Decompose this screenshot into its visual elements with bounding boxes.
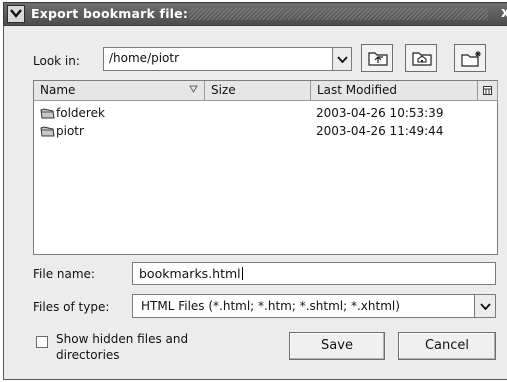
file-modified: 2003-04-26 11:49:44 — [316, 124, 444, 138]
close-icon[interactable]: x — [501, 5, 507, 21]
window-title: Export bookmark file: — [31, 6, 189, 21]
file-name-value: bookmarks.html — [139, 266, 241, 281]
window-menu-button[interactable] — [7, 5, 25, 23]
look-in-value: /home/piotr — [109, 51, 180, 65]
title-bar-grip — [189, 8, 488, 20]
chevron-down-icon — [480, 303, 491, 310]
files-of-type-dropdown-button[interactable] — [474, 294, 496, 318]
look-in-label: Look in: — [33, 54, 80, 68]
files-of-type-label: Files of type: — [33, 300, 110, 314]
column-header-name[interactable]: Name — [34, 81, 205, 101]
show-hidden-label[interactable]: Show hidden files and directories — [56, 331, 226, 363]
new-folder-icon — [461, 51, 481, 67]
file-name: folderek — [56, 106, 105, 120]
folder-icon — [40, 108, 55, 119]
list-item[interactable]: piotr 2003-04-26 11:49:44 — [34, 123, 497, 140]
file-name-input[interactable]: bookmarks.html — [132, 262, 496, 285]
file-modified: 2003-04-26 10:53:39 — [316, 106, 444, 120]
show-hidden-checkbox[interactable] — [36, 336, 48, 348]
text-caret — [241, 267, 243, 280]
save-button[interactable]: Save — [289, 332, 385, 360]
column-options-button[interactable] — [478, 81, 498, 101]
folder-icon — [40, 126, 55, 137]
column-header-size[interactable]: Size — [205, 81, 311, 101]
files-of-type-value: HTML Files (*.html; *.htm; *.shtml; *.xh… — [141, 299, 400, 313]
look-in-dropdown-button[interactable] — [332, 47, 352, 71]
column-chooser-icon — [483, 86, 492, 95]
column-header-last-modified[interactable]: Last Modified — [311, 81, 478, 101]
list-item[interactable]: folderek 2003-04-26 10:53:39 — [34, 105, 497, 122]
file-name: piotr — [56, 124, 84, 138]
new-folder-button[interactable] — [454, 44, 486, 72]
look-in-combo[interactable]: /home/piotr — [103, 47, 333, 71]
file-name-label: File name: — [33, 267, 95, 281]
file-list[interactable]: Name Size Last Modified folderek 2003-04… — [33, 80, 498, 255]
up-one-level-button[interactable] — [361, 44, 393, 72]
files-of-type-combo[interactable]: HTML Files (*.html; *.htm; *.shtml; *.xh… — [132, 294, 475, 318]
cancel-button[interactable]: Cancel — [398, 332, 496, 360]
chevron-down-icon — [337, 56, 348, 63]
home-icon — [412, 52, 432, 66]
up-one-level-icon — [368, 52, 388, 66]
title-bar[interactable]: Export bookmark file: x — [3, 2, 507, 26]
home-button[interactable] — [405, 44, 437, 72]
sort-descending-icon — [189, 85, 198, 93]
chevron-down-icon — [10, 9, 22, 18]
